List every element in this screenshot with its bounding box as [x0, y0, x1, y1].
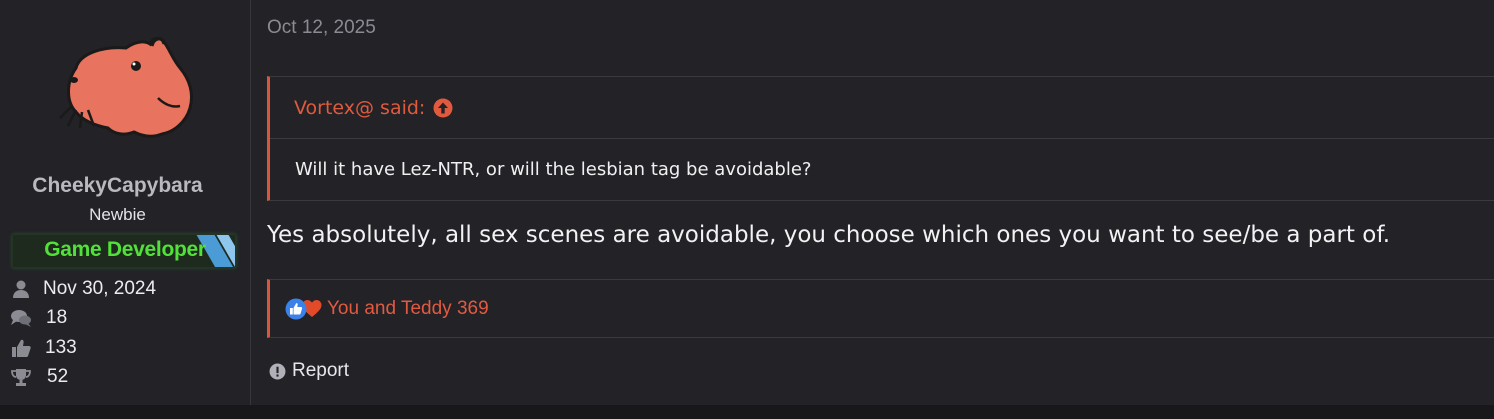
- post-message: Yes absolutely, all sex scenes are avoid…: [267, 222, 1391, 248]
- stat-joined-value: Nov 30, 2024: [43, 278, 157, 299]
- arrow-up-circle-icon[interactable]: [433, 98, 453, 118]
- report-button[interactable]: Report: [269, 360, 349, 382]
- user-banner: Game Developer: [12, 234, 236, 268]
- user-info-column: CheekyCapybara Newbie Game Developer Nov…: [0, 0, 251, 405]
- stat-reactions-value: 133: [45, 337, 77, 358]
- quote-header: Vortex@ said:: [270, 77, 1494, 139]
- quote-author[interactable]: Vortex@ said:: [294, 97, 425, 119]
- trophy-icon: [11, 369, 31, 386]
- stat-messages: 18: [10, 306, 67, 330]
- reactions-text[interactable]: You and Teddy 369: [327, 298, 489, 320]
- report-icon: [269, 363, 286, 379]
- like-reaction-icon: [285, 298, 307, 319]
- quote-block: Vortex@ said: Will it have Lez-NTR, or w…: [267, 76, 1494, 201]
- stat-points-value: 52: [47, 366, 69, 387]
- stat-joined: Nov 30, 2024: [10, 277, 156, 301]
- banner-label: Game Developer: [44, 238, 206, 261]
- stat-points: 52: [10, 365, 68, 389]
- post-date[interactable]: Oct 12, 2025: [267, 17, 376, 39]
- page-bottom-strip: [0, 405, 1494, 419]
- comments-icon: [11, 310, 31, 327]
- thumbs-up-icon: [12, 339, 31, 357]
- stat-reactions: 133: [10, 336, 77, 360]
- username[interactable]: CheekyCapybara: [0, 174, 235, 198]
- post-main: Oct 12, 2025 Vortex@ said: Will it have …: [252, 0, 1494, 405]
- stat-messages-value: 18: [46, 307, 68, 328]
- post-container: CheekyCapybara Newbie Game Developer Nov…: [0, 0, 1494, 405]
- report-label: Report: [292, 360, 350, 381]
- capybara-avatar[interactable]: [54, 28, 204, 148]
- user-icon: [13, 280, 29, 298]
- quote-text: Will it have Lez-NTR, or will the lesbia…: [295, 159, 812, 180]
- user-title: Newbie: [89, 205, 146, 224]
- reactions-bar: You and Teddy 369: [267, 279, 1494, 338]
